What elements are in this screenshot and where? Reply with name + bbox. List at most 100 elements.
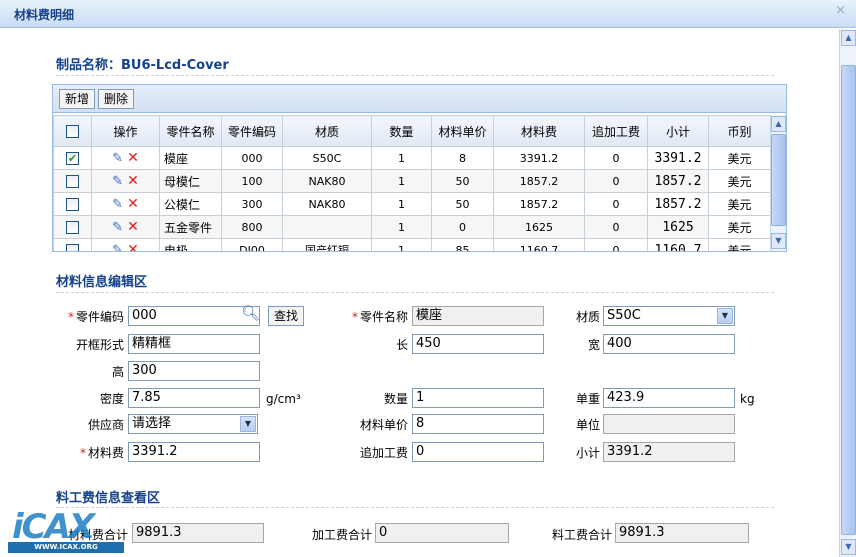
- row-select[interactable]: ✔: [53, 146, 92, 170]
- chevron-down-icon[interactable]: ▼: [717, 308, 733, 324]
- column-header[interactable]: 材料单价: [431, 115, 494, 147]
- scroll-thumb[interactable]: [841, 65, 856, 535]
- height-input[interactable]: 300: [128, 361, 260, 381]
- edit-icon[interactable]: ✎: [112, 151, 123, 166]
- cell-unit_price: 50: [431, 192, 494, 216]
- cell-material_cost: 1160.7: [493, 238, 585, 251]
- column-header[interactable]: 零件名称: [159, 115, 222, 147]
- supplier-select[interactable]: 请选择 ▼: [128, 414, 258, 434]
- cell-currency: 美元: [708, 238, 771, 251]
- material-label: 材质: [575, 310, 600, 324]
- cell-material: 国产红铜: [282, 238, 372, 251]
- cell-currency: 美元: [708, 215, 771, 239]
- table-row[interactable]: ✔ ✎ ✕ 模座 000 S50C 1 8 3391.2 0 3391.2 美元: [53, 146, 771, 170]
- grand-total-label: 料工费合计: [551, 528, 612, 542]
- grid-scrollbar[interactable]: ▲ ▼: [770, 115, 786, 251]
- column-header[interactable]: 追加工费: [584, 115, 648, 147]
- column-header[interactable]: 数量: [371, 115, 432, 147]
- summary-section-title: 料工费信息查看区: [56, 491, 161, 506]
- column-header[interactable]: 零件编码: [221, 115, 283, 147]
- grid-scroll-down[interactable]: ▼: [771, 233, 786, 249]
- find-button[interactable]: 查找: [268, 306, 305, 326]
- edit-icon[interactable]: ✎: [112, 174, 123, 189]
- page-scrollbar[interactable]: ▲ ▼: [839, 29, 856, 557]
- row-checkbox[interactable]: ✔: [66, 151, 79, 165]
- unit_weight-input[interactable]: 423.9: [603, 388, 735, 408]
- column-header[interactable]: 操作: [91, 115, 160, 147]
- delete-icon[interactable]: ✕: [127, 173, 139, 189]
- edit-icon[interactable]: ✎: [112, 243, 123, 251]
- row-checkbox[interactable]: [66, 197, 79, 211]
- chevron-down-icon[interactable]: ▼: [240, 416, 256, 432]
- unit_price-input[interactable]: 8: [412, 414, 544, 434]
- row-checkbox[interactable]: [66, 220, 79, 234]
- material_cost-input[interactable]: 3391.2: [128, 442, 260, 462]
- row-checkbox[interactable]: [66, 174, 79, 188]
- row-select[interactable]: [53, 238, 92, 251]
- cell-material_cost: 3391.2: [493, 146, 585, 170]
- length-input[interactable]: 450: [412, 334, 544, 354]
- grid-scroll-thumb[interactable]: [771, 134, 786, 226]
- row-select[interactable]: [53, 215, 92, 239]
- cell-code: DJ00: [221, 238, 283, 251]
- unit-label: 单位: [575, 418, 600, 432]
- column-header[interactable]: 材料费: [493, 115, 585, 147]
- cell-currency: 美元: [708, 192, 771, 216]
- table-row[interactable]: ✎ ✕ 母模仁 100 NAK80 1 50 1857.2 0 1857.2 美元: [53, 169, 771, 193]
- cell-qty: 1: [371, 146, 432, 170]
- delete-icon[interactable]: ✕: [127, 242, 139, 251]
- column-header[interactable]: 币别: [708, 115, 771, 147]
- density-input[interactable]: 7.85: [128, 388, 260, 408]
- cell-unit_price: 50: [431, 169, 494, 193]
- delete-icon[interactable]: ✕: [127, 196, 139, 212]
- density-label: 密度: [99, 392, 124, 406]
- row-actions: ✎ ✕: [91, 215, 160, 239]
- cell-qty: 1: [371, 169, 432, 193]
- cell-subtotal: 1857.2: [647, 192, 709, 216]
- part_code-label: * 零件编码: [67, 310, 124, 324]
- qty-input[interactable]: 1: [412, 388, 544, 408]
- frame-input[interactable]: 精精框: [128, 334, 260, 354]
- row-actions: ✎ ✕: [91, 146, 160, 170]
- table-row[interactable]: ✎ ✕ 五金零件 800 1 0 1625 0 1625 美元: [53, 215, 771, 239]
- cell-material_cost: 1857.2: [493, 192, 585, 216]
- select-all-checkbox[interactable]: [66, 125, 79, 138]
- density-unit: g/cm³: [266, 392, 301, 406]
- extra-input[interactable]: 0: [412, 442, 544, 462]
- column-header[interactable]: 材质: [282, 115, 372, 147]
- table-row[interactable]: ✎ ✕ 电极 DJ00 国产红铜 1 85 1160.7 0 1160.7 美元: [53, 238, 771, 251]
- cell-qty: 1: [371, 215, 432, 239]
- cell-material: NAK80: [282, 192, 372, 216]
- cell-extra: 0: [584, 146, 648, 170]
- grid-toolbar: 新增 删除: [53, 85, 786, 113]
- delete-icon[interactable]: ✕: [127, 150, 139, 166]
- edit-icon[interactable]: ✎: [112, 197, 123, 212]
- row-checkbox[interactable]: [66, 243, 79, 251]
- table-row[interactable]: ✎ ✕ 公模仁 300 NAK80 1 50 1857.2 0 1857.2 美元: [53, 192, 771, 216]
- row-select[interactable]: [53, 169, 92, 193]
- add-button[interactable]: 新增: [59, 89, 96, 109]
- parts-grid: 新增 删除 操作 零件名称 零件编码 材质 数量 材料单价 材料费 追加工费 小计 币别 ✔ ✎ ✕ 模座…: [52, 84, 787, 252]
- icax-logo: iCAX WWW.ICAX.ORG: [8, 510, 124, 554]
- scroll-up-button[interactable]: ▲: [841, 30, 856, 46]
- cell-name: 公模仁: [159, 192, 222, 216]
- height-label: 高: [111, 365, 124, 379]
- width-input[interactable]: 400: [603, 334, 735, 354]
- row-actions: ✎ ✕: [91, 192, 160, 216]
- column-header[interactable]: 小计: [647, 115, 709, 147]
- delete-button[interactable]: 删除: [98, 89, 135, 109]
- supplier-label: 供应商: [87, 418, 124, 432]
- unit-input: [603, 414, 735, 434]
- subtotal-label: 小计: [575, 446, 600, 460]
- subtotal-input: 3391.2: [603, 442, 735, 462]
- material-select[interactable]: S50C ▼: [603, 306, 735, 326]
- delete-icon[interactable]: ✕: [127, 219, 139, 235]
- close-icon[interactable]: ×: [835, 3, 846, 18]
- scroll-down-button[interactable]: ▼: [841, 539, 856, 555]
- column-header[interactable]: [53, 115, 92, 147]
- search-icon[interactable]: 🔍︎: [241, 304, 260, 322]
- cell-code: 300: [221, 192, 283, 216]
- edit-icon[interactable]: ✎: [112, 220, 123, 235]
- row-select[interactable]: [53, 192, 92, 216]
- grid-scroll-up[interactable]: ▲: [771, 116, 786, 132]
